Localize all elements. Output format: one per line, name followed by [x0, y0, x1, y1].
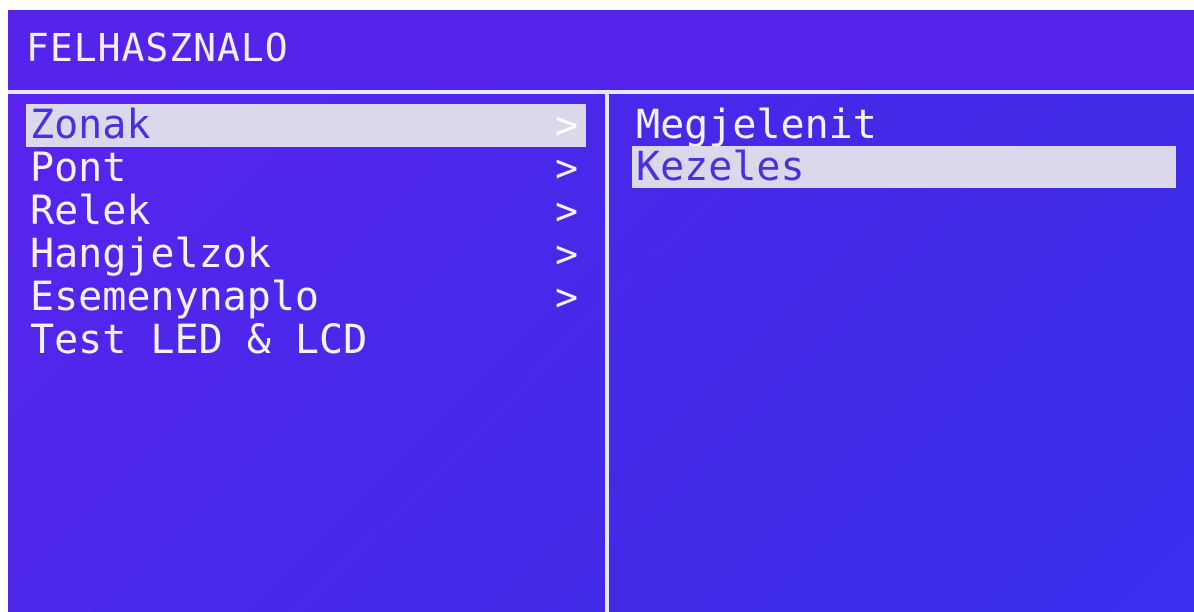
page-title: FELHASZNALO [26, 26, 289, 70]
lcd-screen: FELHASZNALO Zonak > Pont > Relek > Hangj… [8, 10, 1194, 612]
menu-item-label: Hangjelzok [30, 231, 271, 277]
menu-item-label: Pont [30, 145, 127, 191]
panel-divider [605, 94, 609, 612]
submenu-item-kezeles[interactable]: Kezeles [632, 146, 1176, 188]
menu-item-label: Test LED & LCD [30, 317, 368, 363]
submenu-item-label: Kezeles [636, 144, 805, 190]
menu-item-label: Esemenynaplo [30, 274, 319, 320]
submenu-item-label: Megjelenit [636, 102, 877, 148]
menu-item-label: Zonak [30, 102, 151, 148]
main-menu: Zonak > Pont > Relek > Hangjelzok > Esem… [26, 104, 586, 362]
menu-item-zonak[interactable]: Zonak > [26, 104, 586, 147]
header-divider [8, 90, 1194, 94]
submenu-item-megjelenit[interactable]: Megjelenit [632, 104, 1184, 146]
header-bar: FELHASZNALO [8, 10, 1194, 88]
menu-item-test-led-lcd[interactable]: Test LED & LCD [26, 319, 586, 362]
chevron-right-icon: > [555, 275, 578, 319]
chevron-right-icon: > [555, 103, 578, 147]
chevron-right-icon: > [555, 232, 578, 276]
chevron-right-icon: > [555, 189, 578, 233]
menu-item-esemenynaplo[interactable]: Esemenynaplo > [26, 276, 586, 319]
menu-item-hangjelzok[interactable]: Hangjelzok > [26, 233, 586, 276]
chevron-right-icon: > [555, 146, 578, 190]
menu-item-pont[interactable]: Pont > [26, 147, 586, 190]
menu-item-label: Relek [30, 188, 151, 234]
menu-item-relek[interactable]: Relek > [26, 190, 586, 233]
submenu: Megjelenit Kezeles [632, 104, 1184, 188]
